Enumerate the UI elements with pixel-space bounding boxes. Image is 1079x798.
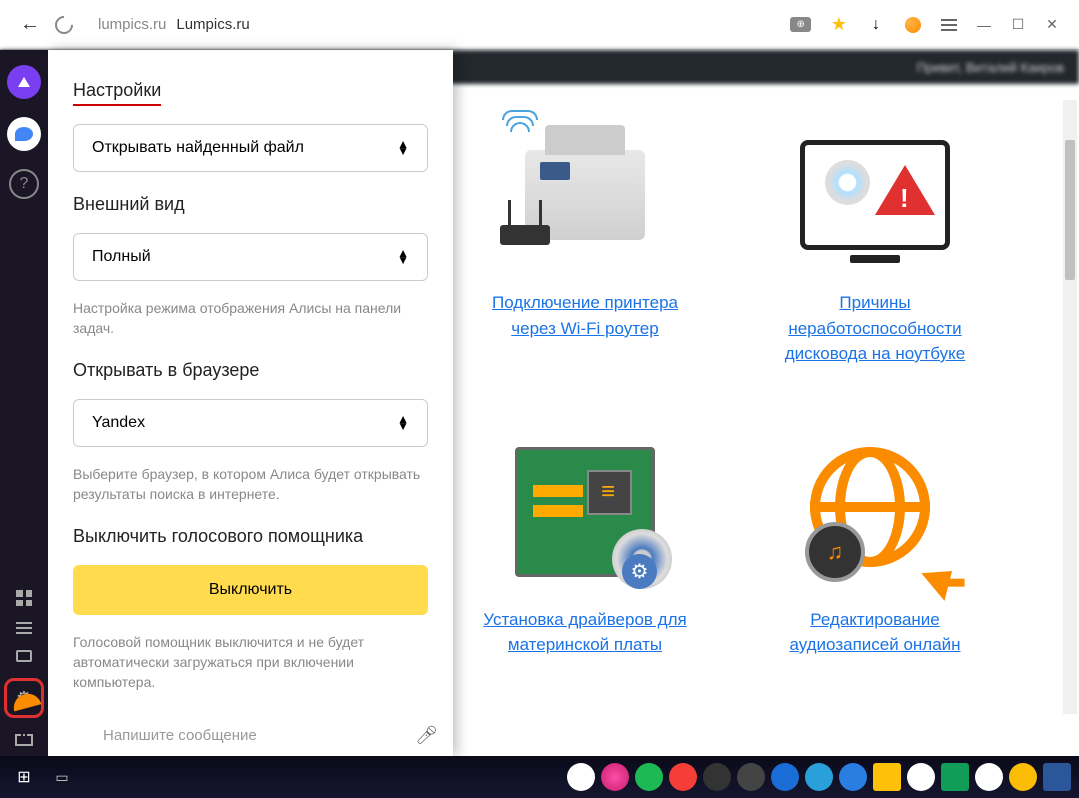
close-button[interactable]: ✕	[1045, 18, 1059, 32]
browser-toolbar: ← lumpics.ru Lumpics.ru ⊕ ★ ↓ — ☐ ✕	[0, 0, 1079, 50]
taskbar-app-icon[interactable]	[805, 763, 833, 791]
taskbar-app-icon[interactable]	[703, 763, 731, 791]
translate-badge[interactable]: ⊕	[790, 17, 810, 32]
pin-icon[interactable]	[15, 734, 33, 746]
apps-icon[interactable]	[16, 590, 32, 606]
microphone-icon[interactable]: 🎤︎	[415, 725, 438, 746]
message-input-bar: 🎤︎	[88, 714, 453, 756]
taskbar-app-icon[interactable]	[839, 763, 867, 791]
help-icon[interactable]: ?	[9, 169, 39, 199]
article-link[interactable]: Установка драйверов для материнской плат…	[470, 607, 700, 658]
taskbar-app-icon[interactable]	[975, 763, 1003, 791]
taskbar-app-icon[interactable]	[1009, 763, 1037, 791]
url-domain: lumpics.ru	[98, 16, 166, 33]
list-icon[interactable]	[16, 622, 32, 634]
taskbar-app-icon[interactable]	[941, 763, 969, 791]
article-card[interactable]: ⚙ Установка драйверов для материнской пл…	[470, 427, 700, 658]
maximize-button[interactable]: ☐	[1011, 18, 1025, 32]
taskbar-app-icon[interactable]	[907, 763, 935, 791]
select-value: Yandex	[92, 414, 145, 432]
alice-settings-panel: Настройки Открывать найденный файл ▲▼ Вн…	[48, 50, 453, 756]
menu-icon[interactable]	[941, 19, 957, 31]
bookmark-star-icon[interactable]: ★	[831, 14, 847, 35]
wp-user[interactable]: Привет, Виталий Каиров	[917, 60, 1064, 75]
task-view-icon[interactable]: ▭	[46, 761, 78, 793]
content-grid: Подключение принтера через Wi-Fi роутер …	[470, 110, 1049, 658]
taskbar-app-icon[interactable]	[567, 763, 595, 791]
extension-icon[interactable]	[905, 17, 921, 33]
article-link[interactable]: Редактирование аудиозаписей онлайн	[760, 607, 990, 658]
taskbar-app-icon[interactable]	[737, 763, 765, 791]
appearance-select[interactable]: Полный ▲▼	[73, 233, 428, 281]
open-file-select[interactable]: Открывать найденный файл ▲▼	[73, 124, 428, 172]
motherboard-illustration: ⚙	[515, 447, 655, 577]
toolbar-right: ⊕ ★ ↓ — ☐ ✕	[790, 14, 1059, 35]
address-bar[interactable]: lumpics.ru Lumpics.ru	[88, 16, 775, 33]
minimize-button[interactable]: —	[977, 18, 991, 32]
article-card[interactable]: Подключение принтера через Wi-Fi роутер	[470, 110, 700, 367]
printer-illustration	[525, 150, 645, 240]
section-label: Внешний вид	[73, 194, 428, 215]
download-icon[interactable]: ↓	[867, 16, 885, 34]
article-card[interactable]: ♫ Редактирование аудиозаписей онлайн	[760, 427, 990, 658]
hint-text: Голосовой помощник выключится и не будет…	[73, 633, 428, 692]
chevron-updown-icon: ▲▼	[397, 141, 409, 155]
taskbar-app-icon[interactable]	[601, 763, 629, 791]
article-link[interactable]: Подключение принтера через Wi-Fi роутер	[470, 290, 700, 341]
hint-text: Выберите браузер, в котором Алиса будет …	[73, 465, 428, 504]
back-button[interactable]: ←	[20, 13, 40, 36]
reload-button[interactable]	[51, 12, 76, 37]
chevron-updown-icon: ▲▼	[397, 250, 409, 264]
panel-title: Настройки	[73, 80, 161, 106]
browser-select[interactable]: Yandex ▲▼	[73, 399, 428, 447]
scrollbar[interactable]	[1063, 100, 1077, 714]
select-value: Открывать найденный файл	[92, 139, 304, 157]
article-link[interactable]: Причины неработоспособности дисковода на…	[760, 290, 990, 367]
select-value: Полный	[92, 248, 151, 266]
taskbar-app-icon[interactable]	[669, 763, 697, 791]
article-card[interactable]: Причины неработоспособности дисковода на…	[760, 110, 990, 367]
monitor-illustration	[800, 140, 950, 250]
globe-illustration: ♫	[810, 447, 940, 577]
chat-icon[interactable]	[7, 117, 41, 151]
alice-sidebar: ? ⚙	[0, 50, 48, 756]
section-label: Выключить голосового помощника	[73, 526, 428, 547]
taskbar-app-icon[interactable]	[635, 763, 663, 791]
section-label: Открывать в браузере	[73, 360, 428, 381]
folder-icon[interactable]	[16, 650, 32, 662]
url-title: Lumpics.ru	[176, 16, 249, 33]
alice-icon[interactable]	[7, 65, 41, 99]
chevron-updown-icon: ▲▼	[397, 416, 409, 430]
taskbar-app-icon[interactable]	[771, 763, 799, 791]
hint-text: Настройка режима отображения Алисы на па…	[73, 299, 428, 338]
windows-taskbar: ⊞ ▭	[0, 756, 1079, 798]
disable-button[interactable]: Выключить	[73, 565, 428, 615]
start-button[interactable]: ⊞	[8, 761, 40, 793]
message-input[interactable]	[103, 727, 403, 744]
taskbar-app-icon[interactable]	[873, 763, 901, 791]
taskbar-app-icon[interactable]	[1043, 763, 1071, 791]
